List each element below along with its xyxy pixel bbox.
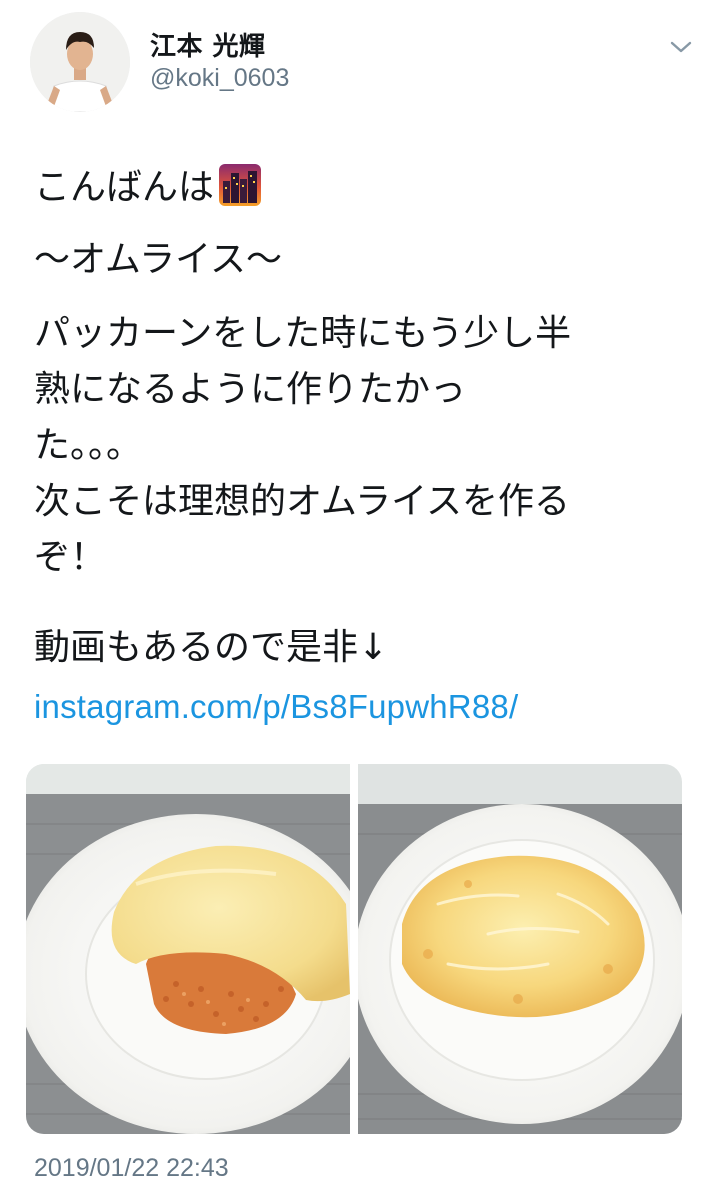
tweet-paragraph: パッカーンをした時にもう少し半 熟になるように作りたかっ た。。。 次こそは理想… <box>34 313 572 578</box>
user-handle[interactable]: @koki_0603 <box>150 64 289 93</box>
greeting-text: こんばんは <box>34 167 215 208</box>
instagram-link[interactable]: instagram.com/p/Bs8FupwhR88/ <box>34 688 518 726</box>
chevron-down-icon[interactable] <box>668 36 694 58</box>
photo-omurice-opened[interactable] <box>358 764 682 1134</box>
city-sunset-emoji <box>218 163 262 207</box>
tweet-card: 江本 光輝 @koki_0603 こんばんは 〜オムライス〜 パッカーンをした時… <box>0 0 712 1200</box>
tweet-title-line: 〜オムライス〜 <box>34 239 283 280</box>
avatar[interactable] <box>30 12 130 112</box>
display-name[interactable]: 江本 光輝 <box>150 26 266 63</box>
tweet-video-note: 動画もあるので是非↓ <box>34 627 389 668</box>
media-grid <box>26 764 682 1134</box>
tweet-greeting: こんばんは <box>34 160 684 216</box>
photo-omurice-rice[interactable] <box>26 764 350 1134</box>
tweet-timestamp[interactable]: 2019/01/22 22:43 <box>34 1154 229 1183</box>
